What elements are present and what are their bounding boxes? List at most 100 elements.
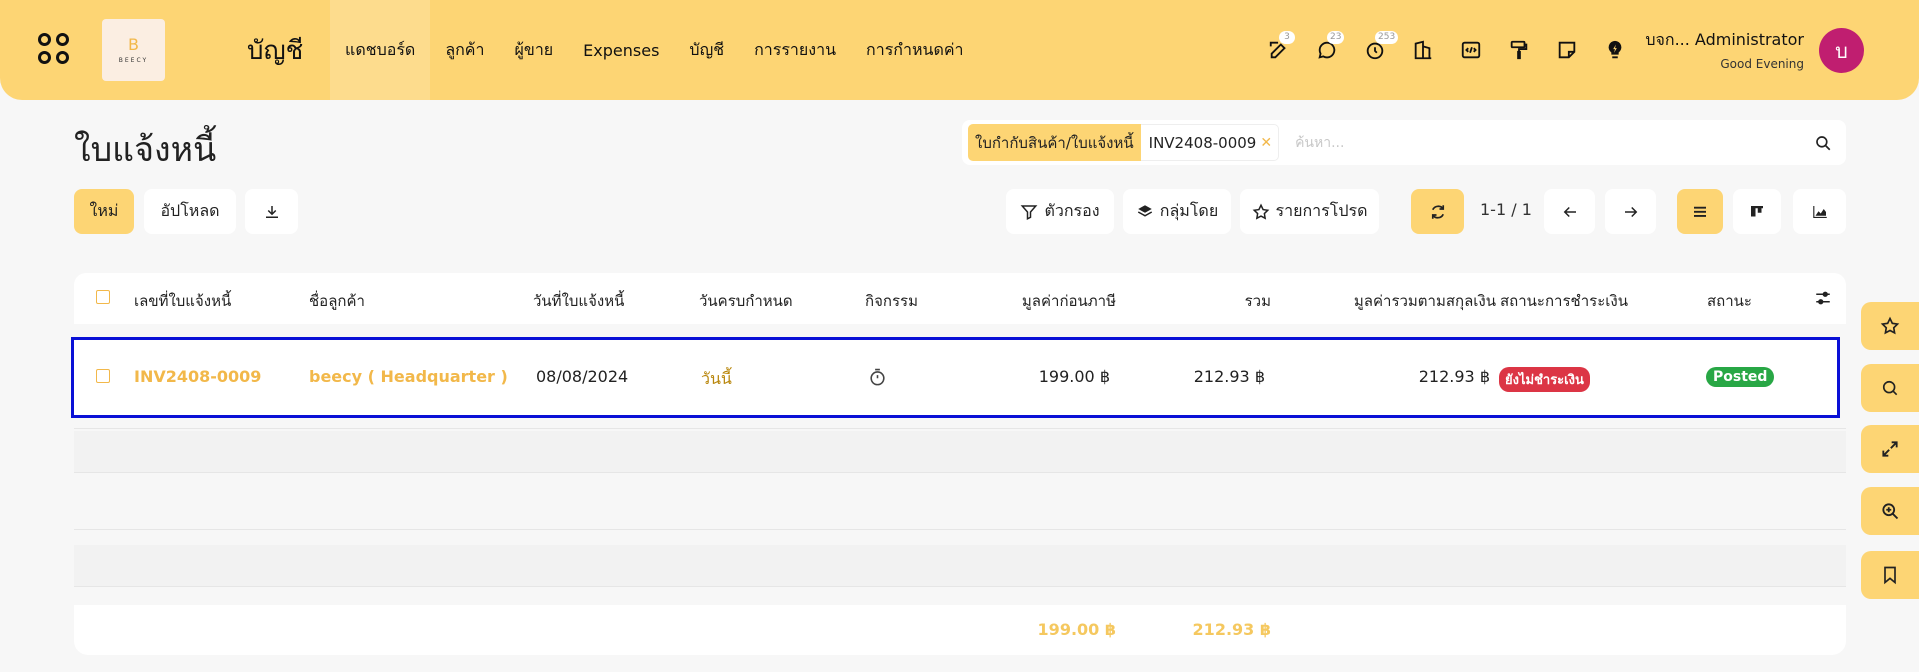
logo-initial: B bbox=[128, 35, 139, 54]
kanban-view-icon bbox=[1751, 205, 1763, 216]
side-search-button[interactable] bbox=[1861, 364, 1919, 412]
download-button[interactable] bbox=[245, 189, 298, 234]
code-icon[interactable] bbox=[1447, 34, 1495, 66]
column-payment-status[interactable]: สถานะการชำระเงิน bbox=[1500, 289, 1628, 313]
area-chart-icon bbox=[1812, 205, 1827, 218]
app-title[interactable]: บัญชี bbox=[247, 30, 303, 71]
side-zoom-button[interactable] bbox=[1861, 487, 1919, 535]
sticky-note-icon[interactable] bbox=[1543, 34, 1591, 66]
search-icon[interactable] bbox=[1806, 126, 1840, 160]
side-expand-button[interactable] bbox=[1861, 425, 1919, 473]
column-total[interactable]: รวม bbox=[1245, 289, 1271, 313]
column-total-currency[interactable]: มูลค่ารวมตามสกุลเงิน bbox=[1354, 289, 1496, 313]
column-due-date[interactable]: วันครบกำหนด bbox=[699, 289, 793, 313]
optional-columns-icon[interactable] bbox=[1814, 289, 1832, 311]
row-divider bbox=[74, 428, 1846, 429]
select-all-checkbox[interactable] bbox=[96, 290, 110, 304]
zoom-in-icon bbox=[1882, 503, 1899, 520]
column-invoice-date[interactable]: วันที่ใบแจ้งหนี้ bbox=[533, 289, 624, 313]
search-bar: ใบกำกับสินค้า/ใบแจ้งหนี้ INV2408-0009 ✕ bbox=[962, 120, 1846, 165]
status-badge: Posted bbox=[1706, 367, 1775, 387]
payment-status-badge: ยังไม่ชำระเงิน bbox=[1499, 367, 1590, 392]
filter-label: ตัวกรอง bbox=[1044, 201, 1100, 220]
empty-row bbox=[74, 431, 1846, 472]
row-divider bbox=[74, 586, 1846, 587]
avatar[interactable]: บ bbox=[1819, 28, 1864, 73]
star-icon bbox=[1252, 203, 1269, 220]
download-icon bbox=[265, 205, 278, 218]
refresh-button[interactable] bbox=[1411, 189, 1464, 234]
menu-item-customers[interactable]: ลูกค้า bbox=[430, 0, 499, 100]
cell-invoice-number[interactable]: INV2408-0009 bbox=[134, 367, 261, 386]
cell-due-date: วันนี้ bbox=[701, 369, 732, 388]
timer-icon[interactable]: 253 bbox=[1351, 31, 1399, 66]
table-header: เลขที่ใบแจ้งหนี้ ชื่อลูกค้า วันที่ใบแจ้ง… bbox=[74, 273, 1846, 324]
star-icon bbox=[1880, 316, 1900, 335]
empty-row bbox=[74, 545, 1846, 586]
activity-edit-icon[interactable]: 3 bbox=[1255, 31, 1303, 66]
column-activity[interactable]: กิจกรรม bbox=[865, 289, 918, 313]
list-view-button[interactable] bbox=[1677, 189, 1723, 234]
favorites-button[interactable]: รายการโปรด bbox=[1240, 189, 1379, 234]
cell-invoice-date: 08/08/2024 bbox=[536, 367, 629, 386]
table-footer: 199.00 ฿ 212.93 ฿ bbox=[74, 605, 1846, 655]
menu-item-accounting[interactable]: บัญชี bbox=[674, 0, 739, 100]
column-status[interactable]: สถานะ bbox=[1707, 289, 1752, 313]
filter-icon bbox=[1021, 204, 1038, 220]
expand-icon bbox=[1882, 441, 1898, 457]
menu-item-vendors[interactable]: ผู้ขาย bbox=[500, 0, 569, 100]
activity-clock-icon[interactable] bbox=[868, 368, 887, 391]
pager-next-button[interactable] bbox=[1605, 189, 1656, 234]
timer-badge: 253 bbox=[1375, 31, 1399, 44]
search-facet-label: ใบกำกับสินค้า/ใบแจ้งหนี้ bbox=[968, 124, 1141, 161]
upload-button[interactable]: อัปโหลด bbox=[144, 189, 236, 234]
cell-customer[interactable]: beecy ( Headquarter ) bbox=[309, 367, 508, 386]
pager-previous-button[interactable] bbox=[1544, 189, 1595, 234]
column-customer[interactable]: ชื่อลูกค้า bbox=[309, 289, 365, 313]
lightbulb-icon[interactable] bbox=[1591, 34, 1639, 66]
groupby-button[interactable]: กลุ่มโดย bbox=[1123, 189, 1231, 234]
kanban-view-button[interactable] bbox=[1733, 189, 1781, 234]
row-divider bbox=[74, 472, 1846, 473]
footer-total-sum: 212.93 ฿ bbox=[1192, 620, 1271, 639]
menu-item-configuration[interactable]: การกำหนดค่า bbox=[851, 0, 979, 100]
user-menu[interactable]: บจก... Administrator Good Evening bbox=[1645, 28, 1804, 71]
filter-button[interactable]: ตัวกรอง bbox=[1006, 189, 1114, 234]
facet-remove-icon[interactable]: ✕ bbox=[1260, 135, 1272, 151]
arrow-right-icon bbox=[1624, 206, 1637, 217]
main-menu: แดชบอร์ด ลูกค้า ผู้ขาย Expenses บัญชี กา… bbox=[330, 0, 979, 100]
side-bookmark-button[interactable] bbox=[1861, 551, 1919, 599]
menu-item-dashboard[interactable]: แดชบอร์ด bbox=[330, 0, 431, 100]
layers-icon bbox=[1137, 204, 1152, 217]
company-logo: B BEECY bbox=[102, 19, 165, 81]
menu-item-expenses[interactable]: Expenses bbox=[568, 0, 674, 100]
menu-item-reporting[interactable]: การรายงาน bbox=[739, 0, 851, 100]
new-button[interactable]: ใหม่ bbox=[74, 189, 134, 234]
top-navbar: B BEECY บัญชี แดชบอร์ด ลูกค้า ผู้ขาย Exp… bbox=[0, 0, 1919, 100]
side-favorite-button[interactable] bbox=[1861, 302, 1919, 350]
company-building-icon[interactable] bbox=[1399, 34, 1447, 66]
messages-icon[interactable]: 23 bbox=[1303, 31, 1351, 66]
search-input[interactable] bbox=[1295, 134, 1806, 151]
cell-total-currency: 212.93 ฿ bbox=[1418, 367, 1490, 386]
column-untaxed[interactable]: มูลค่าก่อนภาษี bbox=[1022, 289, 1116, 313]
search-facet-value: INV2408-0009 bbox=[1148, 133, 1257, 152]
list-view-icon bbox=[1694, 206, 1706, 217]
page-title: ใบแจ้งหนี้ bbox=[74, 130, 217, 170]
table-row[interactable]: INV2408-0009 beecy ( Headquarter ) 08/08… bbox=[71, 337, 1840, 418]
row-checkbox[interactable] bbox=[96, 369, 110, 383]
app-menu-icon[interactable] bbox=[38, 33, 72, 67]
cell-total: 212.93 ฿ bbox=[1193, 367, 1265, 386]
pager-value[interactable]: 1-1 / 1 bbox=[1480, 200, 1532, 219]
row-divider bbox=[74, 529, 1846, 530]
favorites-label: รายการโปรด bbox=[1275, 201, 1368, 220]
search-icon bbox=[1882, 380, 1898, 396]
logo-text: BEECY bbox=[118, 57, 149, 64]
groupby-label: กลุ่มโดย bbox=[1159, 201, 1219, 220]
paint-roller-icon[interactable] bbox=[1495, 34, 1543, 66]
refresh-icon bbox=[1431, 204, 1444, 219]
graph-view-button[interactable] bbox=[1793, 189, 1846, 234]
column-number[interactable]: เลขที่ใบแจ้งหนี้ bbox=[134, 289, 231, 313]
systray: 3 23 253 bbox=[1255, 31, 1639, 66]
user-name: บจก... Administrator bbox=[1645, 30, 1804, 49]
